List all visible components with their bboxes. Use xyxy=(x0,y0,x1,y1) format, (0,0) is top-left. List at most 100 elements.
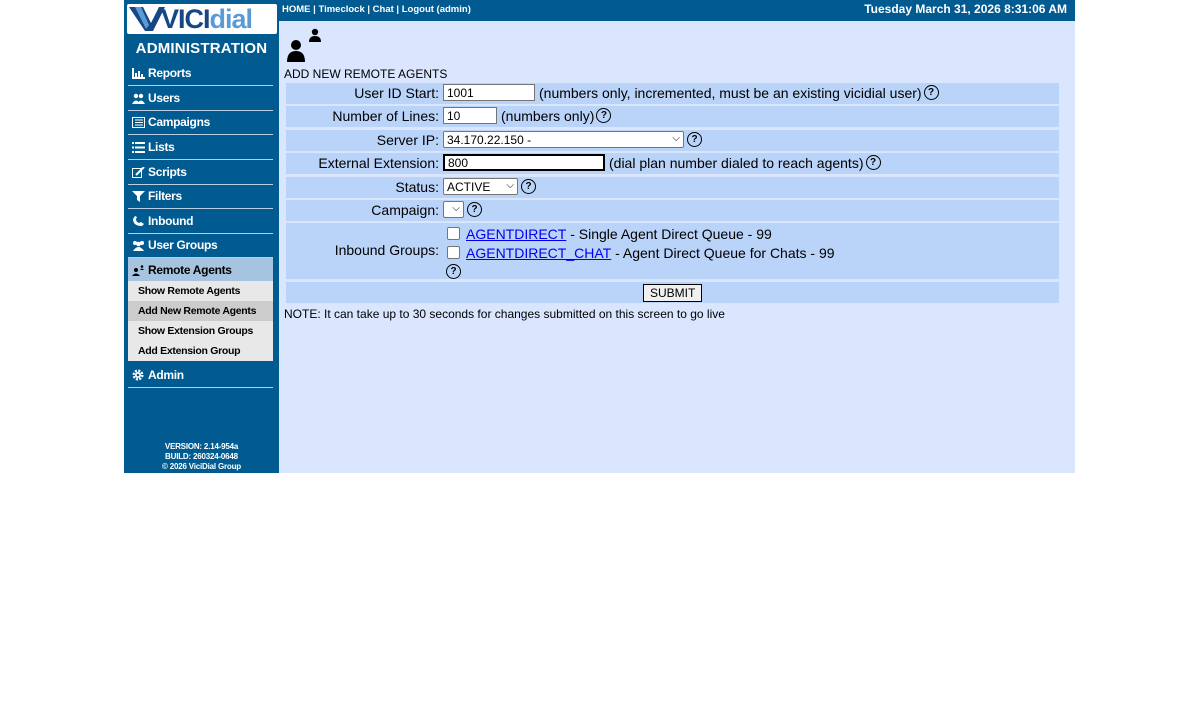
inbound-group-item: AGENTDIRECT - Single Agent Direct Queue … xyxy=(443,224,835,243)
remote-agents-icon xyxy=(131,264,145,276)
subnav-show-remote-agents[interactable]: Show Remote Agents xyxy=(128,281,273,301)
subnav-label: Show Remote Agents xyxy=(138,285,241,297)
sidebar-item-lists[interactable]: Lists xyxy=(128,135,273,160)
sidebar-item-remote-agents[interactable]: Remote Agents xyxy=(128,258,273,283)
inbound-group-item: AGENTDIRECT_CHAT - Agent Direct Queue fo… xyxy=(443,243,835,262)
inbound-icon xyxy=(131,215,145,227)
inbound-group-link[interactable]: AGENTDIRECT_CHAT xyxy=(466,245,611,261)
campaigns-icon xyxy=(131,116,145,128)
sidebar-item-filters[interactable]: Filters xyxy=(128,184,273,209)
form-row-submit: SUBMIT xyxy=(286,282,1059,303)
sidebar-item-label: Remote Agents xyxy=(148,263,232,277)
sidebar-item-label: Campaigns xyxy=(148,115,210,129)
reports-icon xyxy=(131,67,145,79)
gear-icon xyxy=(131,369,145,381)
chat-link[interactable]: Chat xyxy=(373,4,394,15)
vicidial-logo[interactable]: VICIdial xyxy=(127,4,277,34)
help-icon[interactable]: ? xyxy=(923,85,939,100)
status-label: Status: xyxy=(395,179,439,195)
chevron-down-icon: ⌵ xyxy=(672,133,680,144)
help-icon[interactable]: ? xyxy=(521,179,536,194)
submit-button[interactable]: SUBMIT xyxy=(643,284,703,302)
external-extension-input[interactable] xyxy=(443,154,605,171)
server-ip-value: 34.170.22.150 - xyxy=(447,132,532,147)
form-row-user-id-start: User ID Start: (numbers only, incremente… xyxy=(286,83,1059,104)
sidebar-item-reports[interactable]: Reports xyxy=(128,61,273,86)
build-text: BUILD: 260324-0648 xyxy=(165,452,238,461)
sidebar-item-scripts[interactable]: Scripts xyxy=(128,160,273,185)
form-row-status: Status: ACTIVE ⌵ ? xyxy=(286,177,1059,198)
logo-text: VICIdial xyxy=(161,4,253,34)
external-extension-label: External Extension: xyxy=(318,155,439,171)
user-id-start-input[interactable] xyxy=(443,84,535,101)
subnav-label: Add New Remote Agents xyxy=(138,305,257,317)
home-link[interactable]: HOME xyxy=(282,4,311,15)
user-id-start-hint: (numbers only, incremented, must be an e… xyxy=(539,84,922,101)
copyright-text: © 2026 ViciDial Group xyxy=(162,462,241,471)
inbound-group-checkbox[interactable] xyxy=(447,227,460,240)
sidebar-item-label: User Groups xyxy=(148,238,218,252)
campaign-select[interactable]: ⌵ xyxy=(443,201,464,218)
sidebar-item-label: Users xyxy=(148,91,180,105)
subnav-show-extension-groups[interactable]: Show Extension Groups xyxy=(128,321,273,341)
chevron-down-icon: ⌵ xyxy=(452,203,460,214)
sidebar-item-campaigns[interactable]: Campaigns xyxy=(128,110,273,135)
form-row-campaign: Campaign: ⌵ ? xyxy=(286,200,1059,221)
status-select[interactable]: ACTIVE ⌵ xyxy=(443,178,518,195)
help-icon[interactable]: ? xyxy=(446,264,461,279)
sidebar-item-label: Reports xyxy=(148,66,192,80)
help-line: ? xyxy=(443,262,835,281)
scripts-icon xyxy=(131,166,145,178)
top-links: HOME | Timeclock | Chat | Logout (admin) xyxy=(282,4,471,15)
help-icon[interactable]: ? xyxy=(865,155,881,170)
form-row-server-ip: Server IP: 34.170.22.150 - ⌵ ? xyxy=(286,130,1059,151)
logo-mark-icon xyxy=(129,7,165,31)
sidebar-item-admin[interactable]: Admin xyxy=(128,363,273,388)
remote-agents-page-icon xyxy=(286,28,326,69)
subnav-add-new-remote-agents[interactable]: Add New Remote Agents xyxy=(128,301,273,321)
lists-icon xyxy=(131,141,145,153)
app-window: VICIdial ADMINISTRATION Reports Users Ca… xyxy=(124,0,1075,473)
sidebar-item-user-groups[interactable]: User Groups xyxy=(128,233,273,258)
inbound-groups-label: Inbound Groups: xyxy=(334,242,439,258)
form-row-number-of-lines: Number of Lines: (numbers only) ? xyxy=(286,106,1059,127)
help-icon[interactable]: ? xyxy=(687,132,702,147)
help-icon[interactable]: ? xyxy=(596,108,612,123)
sidebar-item-users[interactable]: Users xyxy=(128,86,273,111)
subnav-add-extension-group[interactable]: Add Extension Group xyxy=(128,341,273,361)
inbound-group-description: - Agent Direct Queue for Chats - 99 xyxy=(611,244,835,261)
number-of-lines-label: Number of Lines: xyxy=(332,108,439,124)
filter-icon xyxy=(131,190,145,202)
section-heading: ADMINISTRATION xyxy=(135,40,268,57)
version-text: VERSION: 2.14-954a xyxy=(164,442,239,451)
inbound-group-checkbox[interactable] xyxy=(447,246,460,259)
sidebar-item-inbound[interactable]: Inbound xyxy=(128,209,273,234)
number-of-lines-input[interactable] xyxy=(443,107,497,124)
top-bar: HOME | Timeclock | Chat | Logout (admin)… xyxy=(279,0,1075,21)
logout-link[interactable]: Logout (admin) xyxy=(402,4,471,15)
sidebar-item-label: Inbound xyxy=(148,214,194,228)
sidebar-item-label: Lists xyxy=(148,140,175,154)
version-info: VERSION: 2.14-954a BUILD: 260324-0648 © … xyxy=(124,442,279,472)
user-groups-icon xyxy=(131,239,145,251)
form-row-external-extension: External Extension: (dial plan number di… xyxy=(286,153,1059,174)
datetime: Tuesday March 31, 2026 8:31:06 AM xyxy=(864,2,1067,16)
subnav-label: Show Extension Groups xyxy=(138,325,254,337)
sidebar-item-label: Filters xyxy=(148,189,182,203)
status-value: ACTIVE xyxy=(447,179,491,194)
server-ip-select[interactable]: 34.170.22.150 - ⌵ xyxy=(443,131,684,148)
separator: | xyxy=(393,4,402,15)
timeclock-link[interactable]: Timeclock xyxy=(318,4,364,15)
inbound-group-link[interactable]: AGENTDIRECT xyxy=(466,226,566,242)
external-extension-hint: (dial plan number dialed to reach agents… xyxy=(609,154,864,171)
sidebar-item-label: Scripts xyxy=(148,165,187,179)
sidebar: VICIdial ADMINISTRATION Reports Users Ca… xyxy=(124,0,279,473)
server-ip-label: Server IP: xyxy=(376,132,439,148)
page-title: ADD NEW REMOTE AGENTS xyxy=(284,67,448,81)
subnav-label: Add Extension Group xyxy=(138,345,241,357)
user-id-start-label: User ID Start: xyxy=(354,85,439,101)
separator: | xyxy=(364,4,373,15)
help-icon[interactable]: ? xyxy=(467,202,482,217)
inbound-group-description: - Single Agent Direct Queue - 99 xyxy=(566,225,772,242)
number-of-lines-hint: (numbers only) xyxy=(501,107,595,124)
